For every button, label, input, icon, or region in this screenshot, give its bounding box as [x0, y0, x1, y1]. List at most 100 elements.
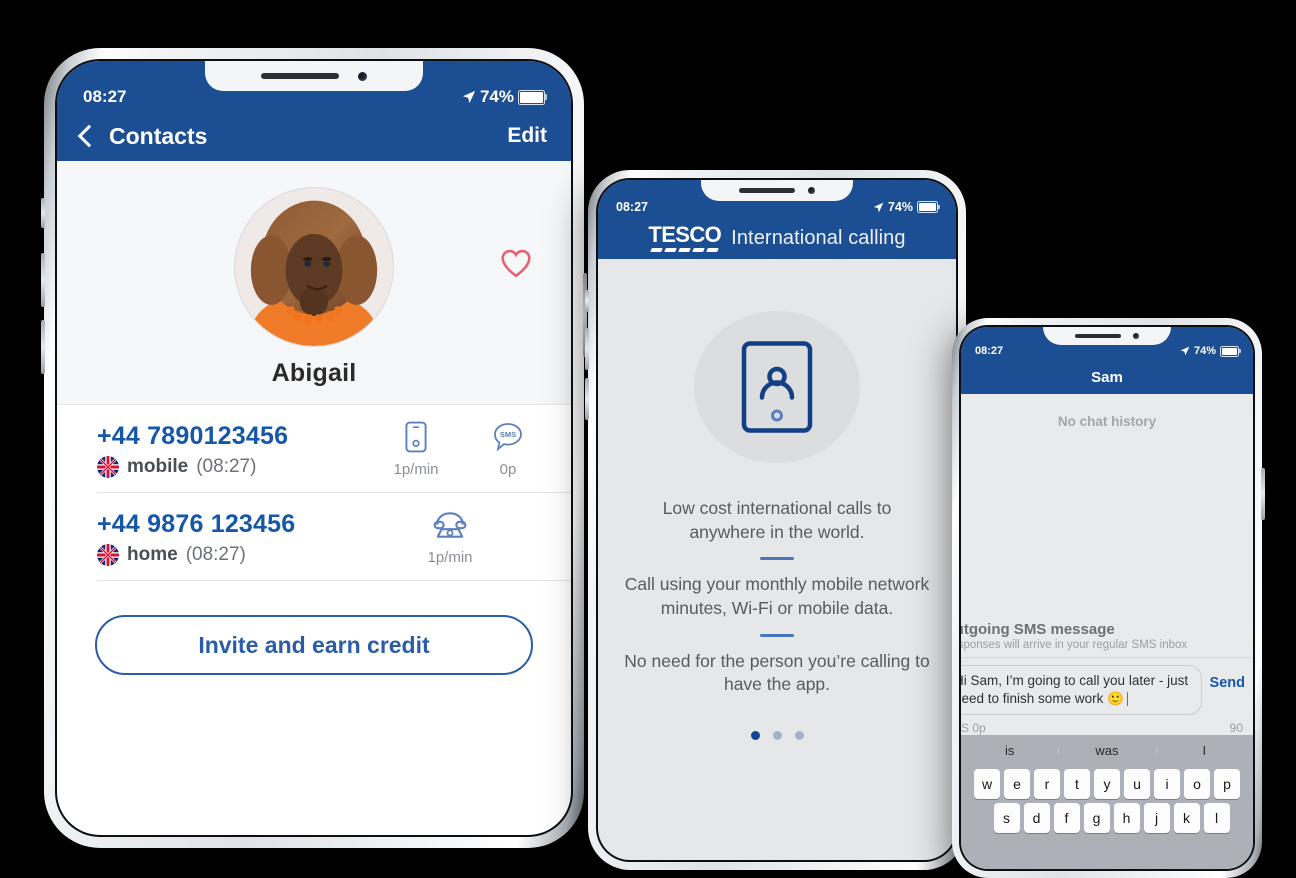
key-k[interactable]: k	[1173, 803, 1200, 833]
contact-hero: Abigail	[57, 161, 571, 405]
earpiece-speaker	[1075, 334, 1122, 338]
price-label: 1p/min	[393, 461, 439, 478]
on-screen-keyboard[interactable]: is was I w e r t y u i o p s d f g h j k…	[961, 735, 1253, 869]
phone2-notch	[701, 180, 853, 201]
call-landline-action[interactable]: 1p/min	[421, 509, 479, 566]
tesco-dashes-icon	[650, 248, 720, 252]
sms-meta: SMS 0p 90	[961, 719, 1253, 735]
key-d[interactable]: d	[1023, 803, 1050, 833]
call-mobile-action[interactable]: 1p/min	[387, 421, 445, 478]
copy-divider	[760, 557, 794, 561]
key-s[interactable]: s	[993, 803, 1020, 833]
front-camera	[808, 187, 816, 194]
phone3-screen: 08:27 74% Sam No chat history Outgoing S…	[961, 327, 1253, 869]
avatar[interactable]	[234, 187, 394, 347]
earpiece-speaker	[260, 73, 339, 79]
app-title: International calling	[731, 226, 906, 249]
uk-flag-icon	[97, 455, 119, 478]
edit-button[interactable]: Edit	[507, 124, 547, 148]
table-row[interactable]: +44 7890123456 mobile (08:27) 1p/min SMS…	[57, 405, 571, 492]
phone-number[interactable]: +44 7890123456	[97, 422, 387, 451]
battery-percent: 74%	[887, 200, 913, 214]
page-dot[interactable]	[794, 730, 804, 740]
send-button[interactable]: Send	[1210, 665, 1245, 691]
power-button[interactable]	[1261, 468, 1265, 520]
phone-mockup-contacts: 08:27 74% Contacts Edit Abigail +44 7890…	[41, 48, 587, 848]
sms-composer-header: Outgoing SMS message Responses will arri…	[961, 615, 1253, 657]
key-r[interactable]: r	[1034, 769, 1060, 799]
key-g[interactable]: g	[1083, 803, 1110, 833]
phone1-navbar: Contacts Edit	[57, 111, 571, 161]
key-u[interactable]: u	[1124, 769, 1150, 799]
key-j[interactable]: j	[1143, 803, 1170, 833]
battery-icon	[518, 89, 547, 105]
volume-down-button[interactable]	[585, 378, 589, 420]
invite-and-earn-credit-button[interactable]: Invite and earn credit	[95, 615, 533, 675]
empty-state-label: No chat history	[1057, 414, 1157, 429]
key-i[interactable]: i	[1154, 769, 1180, 799]
row-divider	[97, 580, 571, 581]
status-right: 74%	[1180, 345, 1241, 357]
phone-number[interactable]: +44 9876 123456	[97, 510, 421, 539]
page-indicator[interactable]	[598, 730, 956, 740]
location-arrow-icon	[462, 90, 476, 104]
favorite-button[interactable]	[499, 247, 533, 284]
phone3-bezel: 08:27 74% Sam No chat history Outgoing S…	[959, 325, 1255, 871]
svg-text:SMS: SMS	[500, 430, 516, 439]
battery-icon	[1220, 345, 1241, 357]
key-h[interactable]: h	[1113, 803, 1140, 833]
status-left: 08:27	[616, 200, 648, 214]
page-dot-active[interactable]	[750, 730, 760, 740]
sms-composer-block: Outgoing SMS message Responses will arri…	[961, 615, 1253, 735]
phone1-bezel: 08:27 74% Contacts Edit Abigail +44 7890…	[55, 59, 573, 837]
key-e[interactable]: e	[1004, 769, 1030, 799]
battery-percent: 74%	[479, 87, 514, 106]
key-t[interactable]: t	[1064, 769, 1090, 799]
price-label: 0p	[499, 461, 517, 478]
prediction-0[interactable]: is	[961, 743, 1058, 758]
volume-up-button[interactable]	[585, 328, 589, 370]
predictive-text-bar[interactable]: is was I	[961, 735, 1253, 765]
phone3-notch	[1043, 327, 1171, 345]
sms-cost-label: SMS 0p	[961, 721, 986, 735]
key-p[interactable]: p	[1214, 769, 1240, 799]
location-arrow-icon	[873, 202, 884, 212]
tesco-wordmark: TESCO	[648, 222, 722, 247]
front-camera	[358, 71, 368, 81]
battery-percent: 74%	[1193, 345, 1216, 357]
page-dot[interactable]	[772, 730, 782, 740]
volume-down-button[interactable]	[41, 320, 45, 374]
intro-paragraph-1: Low cost international calls to anywhere…	[662, 498, 892, 542]
prediction-2[interactable]: I	[1155, 743, 1253, 758]
key-o[interactable]: o	[1184, 769, 1210, 799]
send-sms-action[interactable]: SMS 0p	[479, 421, 537, 478]
sms-input-value: Hi Sam, I’m going to call you later - ju…	[961, 672, 1189, 706]
chevron-left-icon[interactable]	[77, 124, 101, 148]
volume-up-button[interactable]	[41, 253, 45, 307]
heart-outline-icon	[501, 249, 531, 278]
status-time: 08:27	[83, 87, 127, 106]
mute-switch[interactable]	[41, 198, 45, 228]
key-w[interactable]: w	[974, 769, 1000, 799]
key-f[interactable]: f	[1053, 803, 1080, 833]
mute-switch[interactable]	[585, 290, 589, 312]
tesco-logo: TESCO	[648, 222, 722, 252]
back-control[interactable]: Contacts	[77, 122, 208, 150]
key-y[interactable]: y	[1094, 769, 1120, 799]
illustration	[694, 311, 860, 463]
prediction-1[interactable]: was	[1058, 743, 1155, 758]
phone1-screen: 08:27 74% Contacts Edit Abigail +44 7890…	[57, 61, 571, 835]
navbar-title: Contacts	[109, 122, 208, 149]
status-time: 08:27	[616, 200, 648, 214]
uk-flag-icon	[97, 543, 119, 566]
sms-bubble-icon: SMS	[494, 423, 522, 452]
table-row[interactable]: +44 9876 123456 home (08:27) 1p/min	[57, 493, 571, 580]
status-left: 08:27	[975, 345, 1003, 357]
sms-composer: Hi Sam, I’m going to call you later - ju…	[961, 656, 1253, 719]
sms-input[interactable]: Hi Sam, I’m going to call you later - ju…	[961, 664, 1202, 715]
row-localtime: (08:27)	[185, 543, 246, 565]
chars-remaining: 90	[1229, 721, 1243, 735]
key-l[interactable]: l	[1203, 803, 1230, 833]
row-actions: 1p/min SMS 0p	[387, 421, 571, 478]
row-subtitle: home (08:27)	[97, 543, 421, 566]
